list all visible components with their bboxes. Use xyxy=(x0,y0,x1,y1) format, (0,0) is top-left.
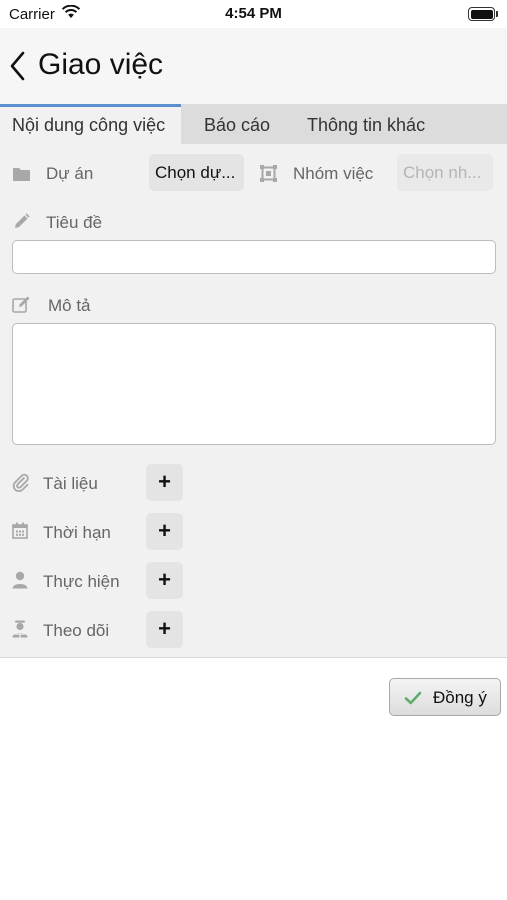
edit-icon xyxy=(12,296,32,319)
person-icon xyxy=(12,571,28,594)
choose-project-button[interactable]: Chọn dự... xyxy=(149,154,244,191)
description-label: Mô tả xyxy=(48,296,91,315)
attachments-label: Tài liệu xyxy=(43,474,98,493)
pencil-icon xyxy=(12,213,30,236)
follower-label: Theo dõi xyxy=(43,621,110,640)
check-icon xyxy=(404,690,422,710)
paperclip-icon xyxy=(12,473,30,498)
choose-work-group-button[interactable]: Chọn nh... xyxy=(397,154,493,191)
deadline-label: Thời hạn xyxy=(43,523,111,542)
add-follower-button[interactable]: + xyxy=(146,611,183,648)
description-textarea[interactable] xyxy=(12,323,496,445)
status-bar: Carrier 4:54 PM xyxy=(0,0,507,28)
work-group-label: Nhóm việc xyxy=(293,164,374,183)
battery-icon xyxy=(468,7,498,21)
add-assignee-button[interactable]: + xyxy=(146,562,183,599)
back-chevron-icon[interactable] xyxy=(6,48,30,84)
title-input[interactable] xyxy=(12,240,496,274)
tab-thong-tin-khac[interactable]: Thông tin khác xyxy=(307,104,425,144)
group-icon xyxy=(260,165,277,187)
project-label: Dự án xyxy=(46,164,94,183)
confirm-button[interactable]: Đồng ý xyxy=(389,678,501,716)
clock-label: 4:54 PM xyxy=(225,5,282,22)
confirm-label: Đồng ý xyxy=(433,688,487,707)
tab-bao-cao[interactable]: Báo cáo xyxy=(204,104,270,144)
follower-icon xyxy=(12,620,28,643)
tab-bar: Nội dung công việc Báo cáo Thông tin khá… xyxy=(0,104,507,144)
assignee-label: Thực hiện xyxy=(43,572,120,591)
calendar-icon xyxy=(12,522,28,544)
task-form: Dự án Chọn dự... Nhóm việc Chọn nh... Ti… xyxy=(0,144,507,658)
add-attachment-button[interactable]: + xyxy=(146,464,183,501)
tab-noi-dung-cong-viec[interactable]: Nội dung công việc xyxy=(0,104,181,144)
navigation-bar: Giao việc xyxy=(0,28,507,104)
title-label: Tiêu đề xyxy=(46,213,103,232)
folder-icon xyxy=(12,166,31,187)
add-deadline-button[interactable]: + xyxy=(146,513,183,550)
page-title: Giao việc xyxy=(38,48,164,81)
